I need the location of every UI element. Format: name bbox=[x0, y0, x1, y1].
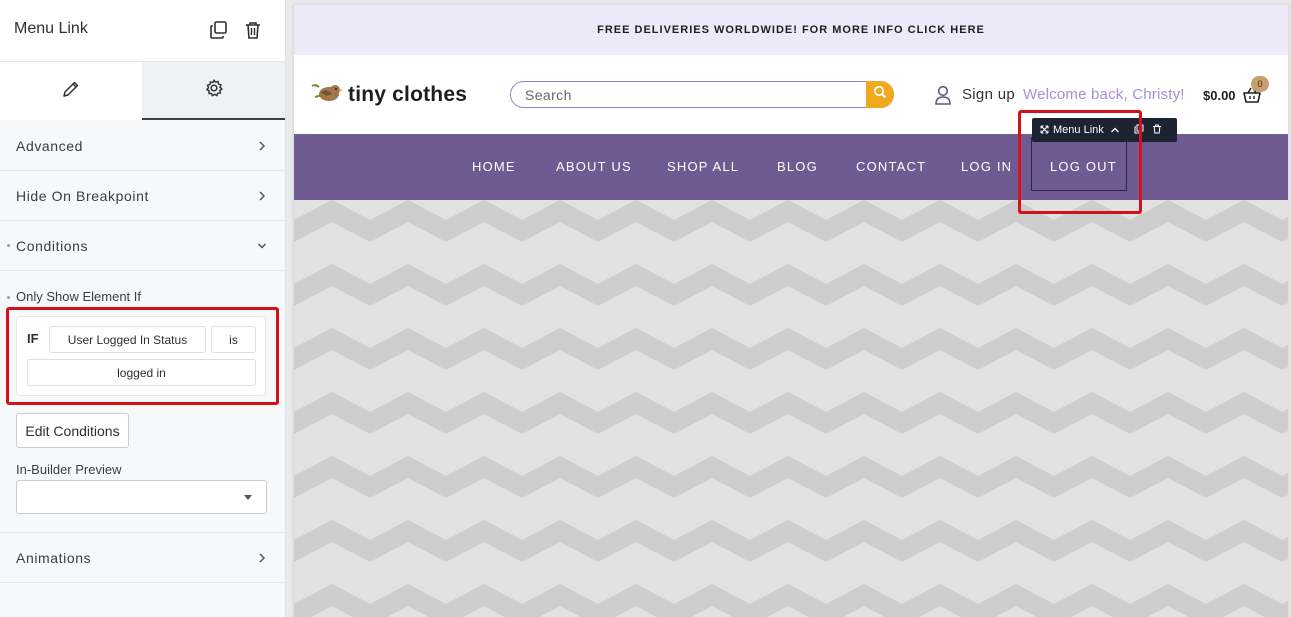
panel-tabs bbox=[0, 62, 285, 120]
search-input[interactable] bbox=[525, 86, 855, 104]
element-editor-toolbar[interactable]: Menu Link bbox=[1032, 118, 1177, 142]
section-animations-label: Animations bbox=[16, 550, 92, 566]
announcement-bar[interactable]: FREE DELIVERIES WORLDWIDE! FOR MORE INFO… bbox=[294, 5, 1288, 55]
bird-logo-icon bbox=[310, 80, 344, 109]
nav-item-log-out[interactable]: LOG OUT bbox=[1050, 159, 1117, 174]
gear-icon bbox=[204, 78, 224, 103]
condition-if-label: IF bbox=[27, 331, 39, 346]
section-conditions-label: Conditions bbox=[16, 238, 89, 254]
panel-title: Menu Link bbox=[14, 20, 88, 37]
cart-count-badge: 0 bbox=[1251, 76, 1269, 92]
nav-item-about-us[interactable]: ABOUT US bbox=[556, 159, 632, 174]
chevron-down-icon bbox=[257, 239, 267, 253]
sign-up-link[interactable]: Sign up bbox=[962, 86, 1015, 103]
nav-item-shop-all[interactable]: SHOP ALL bbox=[667, 159, 739, 174]
chevron-pattern-background bbox=[294, 200, 1288, 617]
site-logo[interactable]: tiny clothes bbox=[310, 80, 467, 109]
section-hide-on-breakpoint[interactable]: Hide On Breakpoint bbox=[0, 171, 285, 221]
main-navigation: HOME ABOUT US SHOP ALL BLOG CONTACT LOG … bbox=[294, 134, 1288, 200]
edit-conditions-button[interactable]: Edit Conditions bbox=[16, 413, 129, 448]
section-conditions[interactable]: Conditions bbox=[0, 221, 285, 271]
element-settings-panel: Menu Link Advanced Hide On Breakpoint Co… bbox=[0, 0, 286, 617]
welcome-back-link[interactable]: Welcome back, Christy! bbox=[1023, 86, 1185, 103]
cart-total[interactable]: $0.00 bbox=[1203, 88, 1236, 103]
nav-item-contact[interactable]: CONTACT bbox=[856, 159, 926, 174]
duplicate-icon[interactable] bbox=[209, 20, 229, 40]
condition-field[interactable]: User Logged In Status bbox=[49, 326, 206, 353]
chevron-right-icon bbox=[257, 139, 267, 153]
nav-item-log-in[interactable]: LOG IN bbox=[961, 159, 1012, 174]
site-preview: FREE DELIVERIES WORLDWIDE! FOR MORE INFO… bbox=[294, 5, 1288, 617]
condition-rule[interactable]: IF User Logged In Status is logged in bbox=[16, 316, 266, 396]
search-icon bbox=[873, 85, 887, 104]
trash-icon[interactable] bbox=[243, 20, 263, 40]
trash-icon[interactable] bbox=[1152, 121, 1162, 139]
search-button[interactable] bbox=[866, 81, 894, 108]
chevron-right-icon bbox=[257, 551, 267, 565]
tab-settings[interactable] bbox=[142, 62, 285, 120]
only-show-element-if-label: Only Show Element If bbox=[16, 289, 141, 304]
toolbar-label: Menu Link bbox=[1053, 124, 1104, 136]
duplicate-icon[interactable] bbox=[1134, 121, 1144, 139]
condition-operator[interactable]: is bbox=[211, 326, 256, 353]
in-builder-preview-select[interactable] bbox=[16, 480, 267, 514]
builder-canvas: FREE DELIVERIES WORLDWIDE! FOR MORE INFO… bbox=[286, 0, 1291, 617]
section-animations[interactable]: Animations bbox=[0, 533, 285, 583]
modified-dot bbox=[7, 296, 10, 299]
chevron-up-icon[interactable] bbox=[1110, 121, 1120, 139]
chevron-right-icon bbox=[257, 189, 267, 203]
modified-dot bbox=[7, 244, 10, 247]
section-hide-on-breakpoint-label: Hide On Breakpoint bbox=[16, 188, 149, 204]
pencil-icon bbox=[61, 79, 81, 104]
logo-text: tiny clothes bbox=[348, 82, 468, 106]
search-bar bbox=[510, 81, 894, 108]
condition-value[interactable]: logged in bbox=[27, 359, 256, 386]
tab-content[interactable] bbox=[0, 62, 142, 120]
section-advanced[interactable]: Advanced bbox=[0, 121, 285, 171]
caret-down-icon bbox=[244, 495, 252, 500]
section-advanced-label: Advanced bbox=[16, 138, 84, 154]
user-icon[interactable] bbox=[934, 84, 952, 106]
nav-item-blog[interactable]: BLOG bbox=[777, 159, 818, 174]
nav-item-home[interactable]: HOME bbox=[472, 159, 516, 174]
in-builder-preview-label: In-Builder Preview bbox=[16, 462, 122, 477]
panel-header: Menu Link bbox=[0, 0, 285, 62]
move-icon[interactable] bbox=[1040, 121, 1049, 139]
